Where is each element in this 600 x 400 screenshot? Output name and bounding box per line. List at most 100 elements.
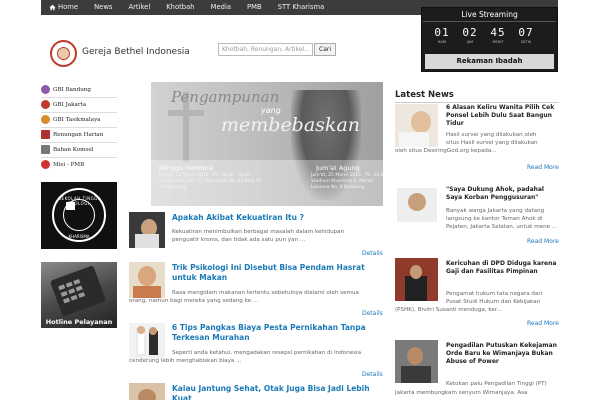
- news-excerpt: Pejaten, Jakarta Selatan, untuk mene ...: [446, 224, 558, 230]
- stt-seal-ring: SEKOLAH TINGGI TEOLOGI KHARISMA: [52, 188, 106, 242]
- latest-news-heading: Latest News: [395, 90, 454, 100]
- article-excerpt: orang, namun bagi mereka yang sedang ke …: [129, 298, 259, 304]
- rekaman-ibadah-button[interactable]: Rekaman Ibadah: [425, 54, 554, 69]
- news-excerpt: oleh situs DesiringGod.org kepada...: [395, 148, 497, 154]
- event-banner[interactable]: Pengampunan yang membebaskan Minggu Gemb…: [151, 82, 383, 206]
- countdown-value: 07: [518, 26, 534, 39]
- church-icon: [41, 85, 50, 94]
- article-excerpt: penguatir kronis, dan tidak ada satu pun…: [172, 237, 306, 243]
- sidebar-item-label: GBI Bandung: [53, 86, 91, 93]
- church-icon: [41, 115, 50, 124]
- banner-title: membebaskan: [221, 114, 361, 136]
- article-title[interactable]: Trik Psikologi Ini Disebut Bisa Pendam H…: [172, 263, 384, 283]
- article-thumbnail[interactable]: [129, 262, 165, 298]
- nav-khotbah[interactable]: Khotbah: [158, 0, 202, 15]
- document-icon: [41, 145, 50, 154]
- article-details-link[interactable]: Details: [362, 250, 383, 257]
- news-read-more-link[interactable]: Read More: [527, 164, 559, 171]
- countdown-value: 45: [490, 26, 506, 39]
- news-excerpt: Pusat Studi Hukum dan Kebijakan: [446, 299, 541, 305]
- sidebar-item-label: GBI Jakarta: [53, 101, 87, 108]
- news-thumbnail[interactable]: [395, 104, 438, 147]
- site-name[interactable]: Gereja Bethel Indonesia: [82, 47, 190, 57]
- nav-home-label: Home: [58, 3, 79, 11]
- article-title[interactable]: Kalau Jantung Sehat, Otak Juga Bisa Jadi…: [172, 384, 384, 400]
- home-icon: [49, 4, 56, 11]
- nav-stt-kharisma[interactable]: STT Kharisma: [270, 0, 333, 15]
- banner-event-left-details: Kamis, 24 Maret 2016 · Pk. 18.00 · Hyatt…: [159, 173, 265, 190]
- banner-event-right-title: Jum'at Agung: [316, 164, 360, 172]
- hotline-label: Hotline Pelayanan: [45, 318, 113, 326]
- article-details-link[interactable]: Details: [362, 371, 383, 378]
- banner-event-right-details: Jum'at, 25 Maret 2016 · Pk. 10.00 · Stad…: [311, 173, 383, 190]
- countdown-label: JAM: [466, 40, 474, 44]
- sidebar-item-misi-pmb[interactable]: Misi - PMB: [41, 158, 117, 171]
- news-title[interactable]: "Saya Dukung Ahok, padahal Saya Korban P…: [446, 186, 559, 202]
- news-excerpt: Pengamat hukum tata negara dari: [446, 291, 543, 297]
- nav-media[interactable]: Media: [203, 0, 239, 15]
- news-thumbnail[interactable]: [395, 180, 438, 223]
- church-logo[interactable]: [50, 40, 77, 67]
- sidebar-item-renungan-harian[interactable]: Renungan Harian: [41, 128, 117, 141]
- latest-news-divider: [395, 102, 559, 103]
- sidebar-item-label: Renungan Harian: [53, 131, 104, 138]
- sidebar-item-gbi-bandung[interactable]: GBI Bandung: [41, 83, 117, 96]
- news-read-more-link[interactable]: Read More: [527, 320, 559, 327]
- hotline-banner[interactable]: Hotline Pelayanan: [41, 262, 117, 328]
- countdown-label: MENIT: [492, 40, 504, 44]
- sidebar-item-label: Misi - PMB: [53, 161, 85, 168]
- live-streaming-widget: Live Streaming 01 HARI 02 JAM 45 MENIT 0…: [421, 7, 558, 72]
- article-excerpt: Rasa mengidam makanan tertentu sebetulny…: [172, 290, 359, 296]
- article-thumbnail[interactable]: [129, 383, 165, 400]
- news-thumbnail[interactable]: [395, 340, 438, 383]
- stt-seal-text: SEKOLAH TINGGI TEOLOGI: [58, 196, 100, 206]
- countdown-seconds: 07 DETIK: [514, 26, 538, 44]
- live-streaming-title: Live Streaming: [461, 10, 518, 19]
- news-thumbnail[interactable]: [395, 258, 438, 301]
- news-title[interactable]: Kericuhan di DPD Diduga karena Gaji dan …: [446, 260, 559, 276]
- stt-seal-text: KHARISMA: [68, 234, 90, 239]
- sidebar-item-gbi-jakarta[interactable]: GBI Jakarta: [41, 98, 117, 111]
- sidebar-item-gbi-tasikmalaya[interactable]: GBI Tasikmalaya: [41, 113, 117, 126]
- countdown-label: DETIK: [520, 40, 532, 44]
- church-icon: [41, 100, 50, 109]
- banner-event-left-title: Minggu Gembira: [159, 164, 213, 172]
- article-excerpt: Seperti anda ketahui, mengadakan resepsi…: [172, 350, 361, 356]
- news-title[interactable]: 6 Alasan Keliru Wanita Pilih Cek Ponsel …: [446, 104, 559, 128]
- article-details-link[interactable]: Details: [362, 310, 383, 317]
- church-icon: [41, 160, 50, 169]
- article-thumbnail[interactable]: [129, 212, 165, 248]
- news-excerpt: Banyak warga Jakarta yang datang: [446, 208, 545, 214]
- news-title[interactable]: Pengadilan Putuskan Kekejaman Orde Baru …: [446, 342, 559, 366]
- article-excerpt: Kekuatiran menimbulkan berbagai masalah …: [172, 229, 345, 235]
- countdown-hours: 02 JAM: [458, 26, 482, 44]
- nav-home[interactable]: Home: [41, 0, 86, 15]
- article-title[interactable]: Apakah Akibat Kekuatiran Itu ?: [172, 213, 384, 223]
- news-excerpt: langsung ke kantor Teman Ahok di: [446, 216, 543, 222]
- book-icon: [41, 130, 50, 139]
- banner-script-title: Pengampunan: [171, 88, 280, 106]
- sidebar-item-label: GBI Tasikmalaya: [53, 116, 101, 123]
- nav-artikel[interactable]: Artikel: [120, 0, 158, 15]
- news-excerpt: Hasil survei yang dilakukan oleh: [446, 132, 537, 138]
- article-excerpt: cenderung lebih menghabiskan biaya ...: [129, 358, 242, 364]
- search-input[interactable]: Khotbah, Renungan, Artikel...: [218, 43, 313, 56]
- countdown-timer: 01 HARI 02 JAM 45 MENIT 07 DETIK: [430, 26, 538, 44]
- nav-pmb[interactable]: PMB: [239, 0, 270, 15]
- countdown-label: HARI: [437, 40, 447, 44]
- search-button[interactable]: Cari: [314, 43, 336, 56]
- news-excerpt: situs Hasil survei yang dilakukan: [446, 140, 538, 146]
- article-title[interactable]: 6 Tips Pangkas Biaya Pesta Pernikahan Ta…: [172, 323, 384, 343]
- article-thumbnail[interactable]: [129, 323, 165, 359]
- countdown-days: 01 HARI: [430, 26, 454, 44]
- stt-kharisma-badge[interactable]: SEKOLAH TINGGI TEOLOGI KHARISMA: [41, 182, 117, 249]
- countdown-minutes: 45 MENIT: [486, 26, 510, 44]
- news-read-more-link[interactable]: Read More: [527, 238, 559, 245]
- countdown-value: 01: [434, 26, 450, 39]
- news-excerpt: Ketokan palu Pengadilan Tinggi (PT): [446, 381, 547, 387]
- news-excerpt: Jakarta membungkam senyum Wimanjaya. Asa: [395, 390, 528, 396]
- countdown-value: 02: [462, 26, 478, 39]
- sidebar-item-bahan-komsel[interactable]: Bahan Komsel: [41, 143, 117, 156]
- page: Home News Artikel Khotbah Media PMB STT …: [0, 0, 600, 400]
- nav-news[interactable]: News: [86, 0, 120, 15]
